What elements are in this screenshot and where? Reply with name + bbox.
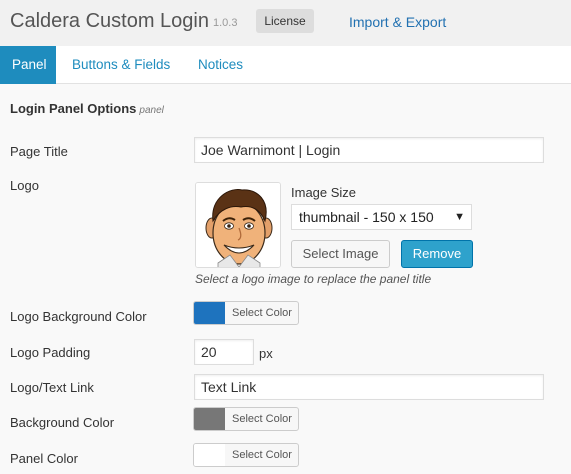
section-subtitle: panel [139,105,164,116]
image-size-value: thumbnail - 150 x 150 [299,209,434,225]
logo-text-link-label: Logo/Text Link [10,380,94,395]
logo-hint: Select a logo image to replace the panel… [195,272,432,286]
panel-color-button-label: Select Color [232,449,292,461]
select-image-button[interactable]: Select Image [291,240,390,268]
tab-bar: Panel Buttons & Fields Notices [0,46,571,84]
app-version: 1.0.3 [213,17,238,29]
logo-bg-color-button-label: Select Color [232,307,292,319]
tab-buttons-fields[interactable]: Buttons & Fields [60,46,182,84]
logo-padding-label: Logo Padding [10,345,91,360]
image-size-label: Image Size [291,185,357,200]
section-title: Login Panel Options panel [10,101,164,116]
tab-notices[interactable]: Notices [186,46,255,84]
logo-image[interactable] [195,182,281,268]
import-export-link[interactable]: Import & Export [349,14,446,30]
license-button[interactable]: License [256,9,314,33]
panel-color-swatch [194,444,225,466]
tab-panel[interactable]: Panel [0,46,56,84]
background-color-label: Background Color [10,415,115,430]
panel-color-label: Panel Color [10,451,78,466]
background-color-picker[interactable]: Select Color [193,407,299,431]
section-title-text: Login Panel Options [10,101,137,116]
logo-bg-color-picker[interactable]: Select Color [193,301,299,325]
logo-bg-color-label: Logo Background Color [10,309,147,324]
dropdown-caret-icon: ▼ [454,211,465,223]
page-title-input[interactable]: Joe Warnimont | Login [194,137,544,163]
background-color-button-label: Select Color [232,413,292,425]
logo-padding-unit: px [259,346,273,361]
logo-padding-input[interactable]: 20 [194,339,254,365]
app-title: Caldera Custom Login [10,10,209,32]
caricature-avatar-icon [196,183,280,267]
remove-image-button[interactable]: Remove [401,240,473,268]
logo-text-link-input[interactable]: Text Link [194,374,544,400]
logo-bg-color-swatch [194,302,225,324]
image-size-select[interactable]: thumbnail - 150 x 150 ▼ [291,204,472,230]
settings-panel: Login Panel Options panel Page Title Joe … [0,84,571,474]
logo-label: Logo [10,178,39,193]
background-color-swatch [194,408,225,430]
panel-color-picker[interactable]: Select Color [193,443,299,467]
header: Caldera Custom Login 1.0.3 License Impor… [0,0,571,46]
page-title-label: Page Title [10,144,68,159]
